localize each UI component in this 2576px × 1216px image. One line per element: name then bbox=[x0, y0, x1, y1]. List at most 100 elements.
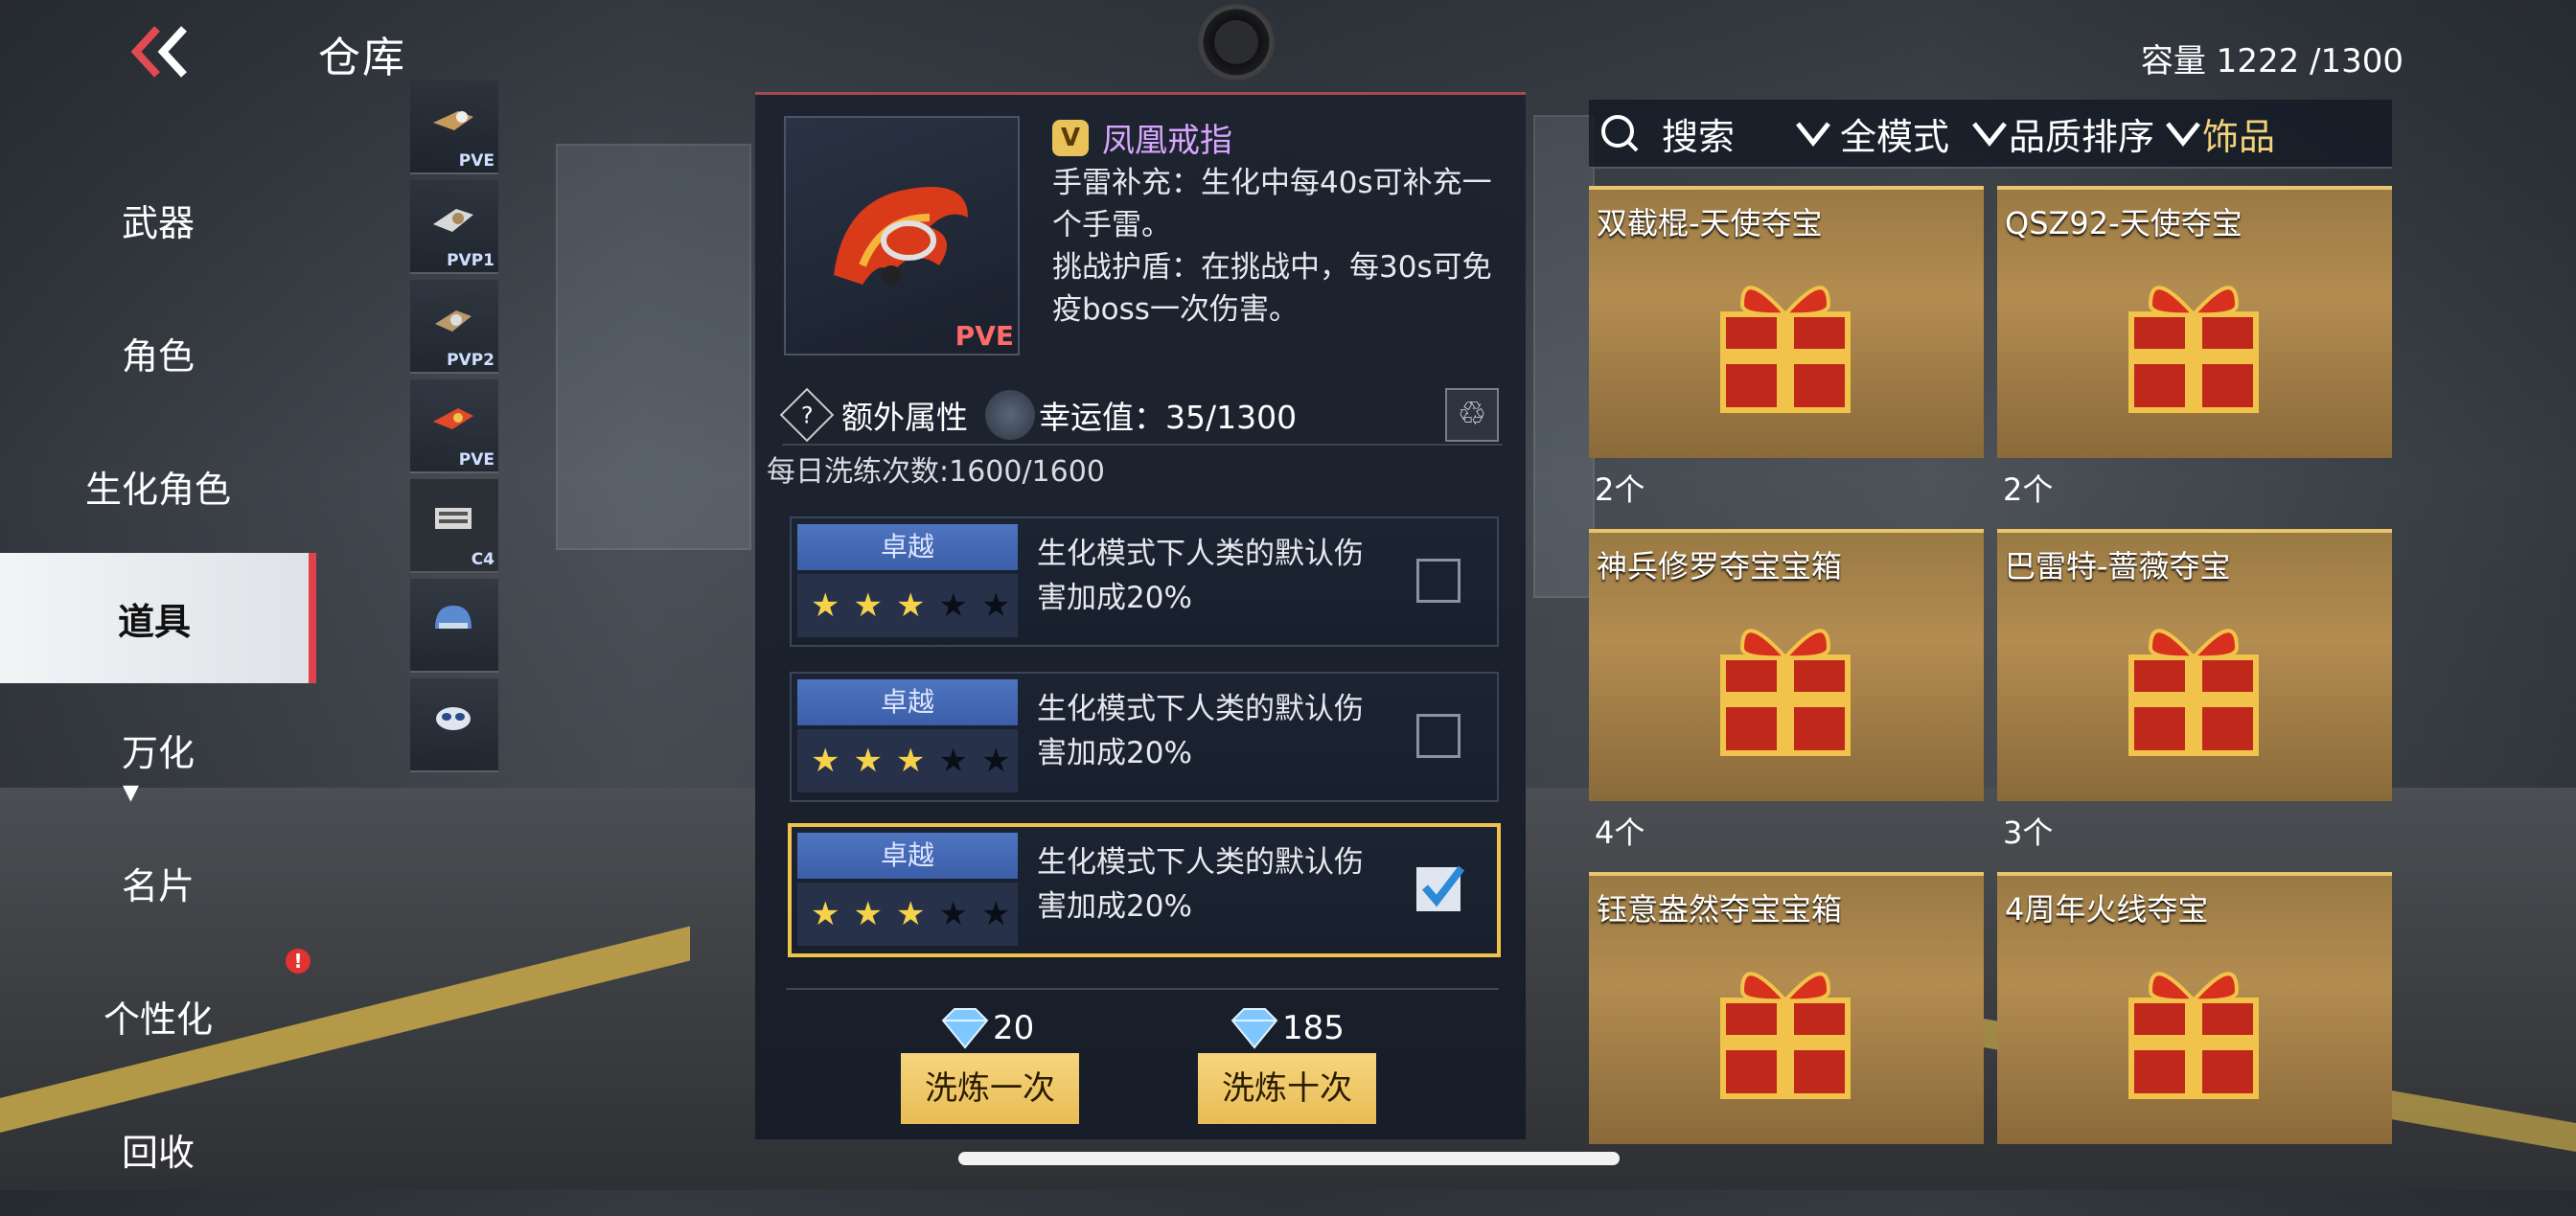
star-icon: ★ bbox=[980, 586, 1011, 625]
item-label: 钰意盎然夺宝宝箱 bbox=[1597, 891, 1843, 928]
mode-tag: C4 bbox=[471, 550, 494, 569]
thumbnail-item[interactable]: PVE bbox=[410, 379, 498, 473]
attribute-checkbox[interactable] bbox=[1416, 865, 1465, 911]
star-icon: ★ bbox=[811, 895, 840, 933]
star-icon: ★ bbox=[895, 895, 926, 933]
attribute-checkbox[interactable] bbox=[1416, 559, 1460, 603]
star-icon: ★ bbox=[853, 895, 883, 933]
item-label: 双截棍-天使夺宝 bbox=[1597, 205, 1823, 241]
item-name: 凤凰戒指 bbox=[1102, 122, 1232, 160]
thumbnail-item[interactable] bbox=[410, 579, 498, 673]
star-icon: ★ bbox=[938, 586, 968, 625]
category-dropdown[interactable]: 饰品 bbox=[2164, 107, 2275, 160]
helmet-icon bbox=[435, 606, 472, 629]
attribute-option[interactable]: 卓越 ★ ★ ★ ★ ★ 生化模式下人类的默认伤害加成20% bbox=[788, 823, 1501, 957]
nav-item-weapons[interactable]: 武器 bbox=[0, 153, 316, 287]
item-label: 4周年火线夺宝 bbox=[2005, 891, 2209, 928]
chevron-down-icon bbox=[2166, 122, 2200, 147]
refine-once-button[interactable]: 洗炼一次 bbox=[901, 1053, 1079, 1124]
clover-icon bbox=[985, 390, 1035, 440]
mode-tag: PVP2 bbox=[447, 351, 494, 370]
attribute-text: 生化模式下人类的默认伤害加成20% bbox=[1037, 692, 1364, 770]
star-icon: ★ bbox=[980, 742, 1011, 780]
attribute-option[interactable]: 卓越 ★ ★ ★ ★ ★ 生化模式下人类的默认伤害加成20% bbox=[790, 672, 1499, 802]
quality-label: 卓越 bbox=[797, 833, 1018, 879]
grid-item[interactable]: 4周年火线夺宝 bbox=[1997, 872, 2392, 1144]
recycle-button[interactable]: ♲ bbox=[1445, 388, 1499, 442]
search-button[interactable]: 搜索 bbox=[1598, 107, 1735, 160]
description-line: 手雷补充：生化中每40s可补充一个手雷。 bbox=[1052, 166, 1492, 242]
gift-box-icon bbox=[1720, 629, 1851, 756]
question-icon[interactable]: ? bbox=[779, 387, 835, 443]
item-description: 手雷补充：生化中每40s可补充一个手雷。 挑战护盾：在挑战中，每30s可免疫bo… bbox=[1052, 162, 1503, 331]
divider bbox=[786, 988, 1499, 990]
quality-label: 卓越 bbox=[797, 524, 1018, 570]
attribute-option[interactable]: 卓越 ★ ★ ★ ★ ★ 生化模式下人类的默认伤害加成20% bbox=[790, 516, 1499, 647]
extra-attributes-label: 额外属性 bbox=[841, 399, 968, 436]
star-icon: ★ bbox=[853, 586, 883, 625]
nav-item-personalize[interactable]: 个性化 bbox=[0, 950, 316, 1083]
item-count: 2个 bbox=[2003, 471, 2054, 508]
quality-label: 卓越 bbox=[797, 679, 1018, 725]
top-orb-icon bbox=[1198, 4, 1275, 80]
nav-item-cards[interactable]: 名片 bbox=[0, 816, 316, 950]
thumbnail-item[interactable]: PVP1 bbox=[410, 180, 498, 274]
mode-tag: PVE bbox=[458, 151, 494, 171]
thumbnail-item[interactable]: PVP2 bbox=[410, 280, 498, 374]
sort-label: 品质排序 bbox=[2009, 115, 2155, 158]
grid-item[interactable]: 钰意盎然夺宝宝箱 bbox=[1589, 872, 1984, 1144]
phoenix-ring-icon bbox=[433, 408, 473, 429]
item-thumbnail-strip: PVE PVP1 PVP2 PVE C4 bbox=[410, 80, 498, 778]
category-label: 饰品 bbox=[2202, 115, 2276, 158]
gift-box-icon bbox=[2128, 629, 2259, 756]
nav-item-props[interactable]: 道具 bbox=[0, 553, 316, 683]
item-label: QSZ92-天使夺宝 bbox=[2005, 205, 2242, 241]
home-indicator[interactable] bbox=[958, 1152, 1620, 1165]
grid-item[interactable]: QSZ92-天使夺宝 bbox=[1997, 186, 2392, 458]
star-rating: ★ ★ ★ ★ ★ bbox=[797, 883, 1018, 946]
thumbnail-item[interactable]: C4 bbox=[410, 479, 498, 573]
thumbnail-item[interactable]: PVE bbox=[410, 80, 498, 174]
item-label: 巴雷特-蔷薇夺宝 bbox=[2005, 548, 2231, 585]
vip-badge-icon: V bbox=[1052, 119, 1089, 156]
grid-item[interactable]: 神兵修罗夺宝宝箱 bbox=[1589, 529, 1984, 801]
gift-box-icon bbox=[2128, 286, 2259, 413]
star-icon: ★ bbox=[938, 895, 968, 933]
expand-arrow-icon[interactable]: ▼ bbox=[123, 781, 139, 805]
nav-item-characters[interactable]: 角色 bbox=[0, 287, 316, 420]
mode-tag: PVE bbox=[954, 320, 1014, 352]
background-panel bbox=[1533, 115, 1595, 598]
chevron-down-icon bbox=[1796, 122, 1830, 147]
star-icon: ★ bbox=[895, 586, 926, 625]
thumbnail-item[interactable] bbox=[410, 678, 498, 772]
extra-attributes-header: ? 额外属性 幸运值：35/1300 ♲ bbox=[779, 386, 1503, 446]
ring-icon bbox=[433, 111, 473, 130]
chevron-down-icon bbox=[1972, 122, 2007, 147]
attribute-checkbox[interactable] bbox=[1416, 714, 1460, 758]
ring-icon bbox=[433, 209, 473, 232]
refine-ten-button[interactable]: 洗炼十次 bbox=[1198, 1053, 1376, 1124]
search-icon bbox=[1601, 115, 1639, 152]
grid-item[interactable]: 巴雷特-蔷薇夺宝 bbox=[1997, 529, 2392, 801]
back-button[interactable] bbox=[128, 25, 196, 79]
sort-dropdown[interactable]: 品质排序 bbox=[1970, 107, 2154, 160]
item-title: V 凤凰戒指 bbox=[1052, 114, 1232, 161]
cost-ten: 185 bbox=[1227, 1007, 1345, 1049]
nav-item-recycle[interactable]: 回收 bbox=[0, 1083, 316, 1216]
star-icon: ★ bbox=[980, 895, 1011, 933]
description-line: 挑战护盾：在挑战中，每30s可免疫boss一次伤害。 bbox=[1052, 250, 1492, 327]
star-icon: ★ bbox=[938, 742, 968, 780]
mask-icon bbox=[436, 707, 471, 730]
nav-item-wanhua[interactable]: 万化 bbox=[0, 683, 316, 816]
capacity-counter: 容量 1222 /1300 bbox=[2140, 42, 2404, 80]
mode-dropdown[interactable]: 全模式 bbox=[1794, 107, 1949, 160]
cost-once: 20 bbox=[937, 1007, 1034, 1049]
mode-tag: PVE bbox=[458, 450, 494, 470]
ring-icon bbox=[435, 310, 472, 332]
nav-item-bio-characters[interactable]: 生化角色 bbox=[0, 420, 316, 553]
diamond-icon bbox=[941, 1008, 989, 1049]
star-icon: ★ bbox=[811, 586, 840, 625]
grid-item[interactable]: 双截棍-天使夺宝 bbox=[1589, 186, 1984, 458]
item-count: 4个 bbox=[1595, 814, 1645, 851]
star-rating: ★ ★ ★ ★ ★ bbox=[797, 729, 1018, 792]
